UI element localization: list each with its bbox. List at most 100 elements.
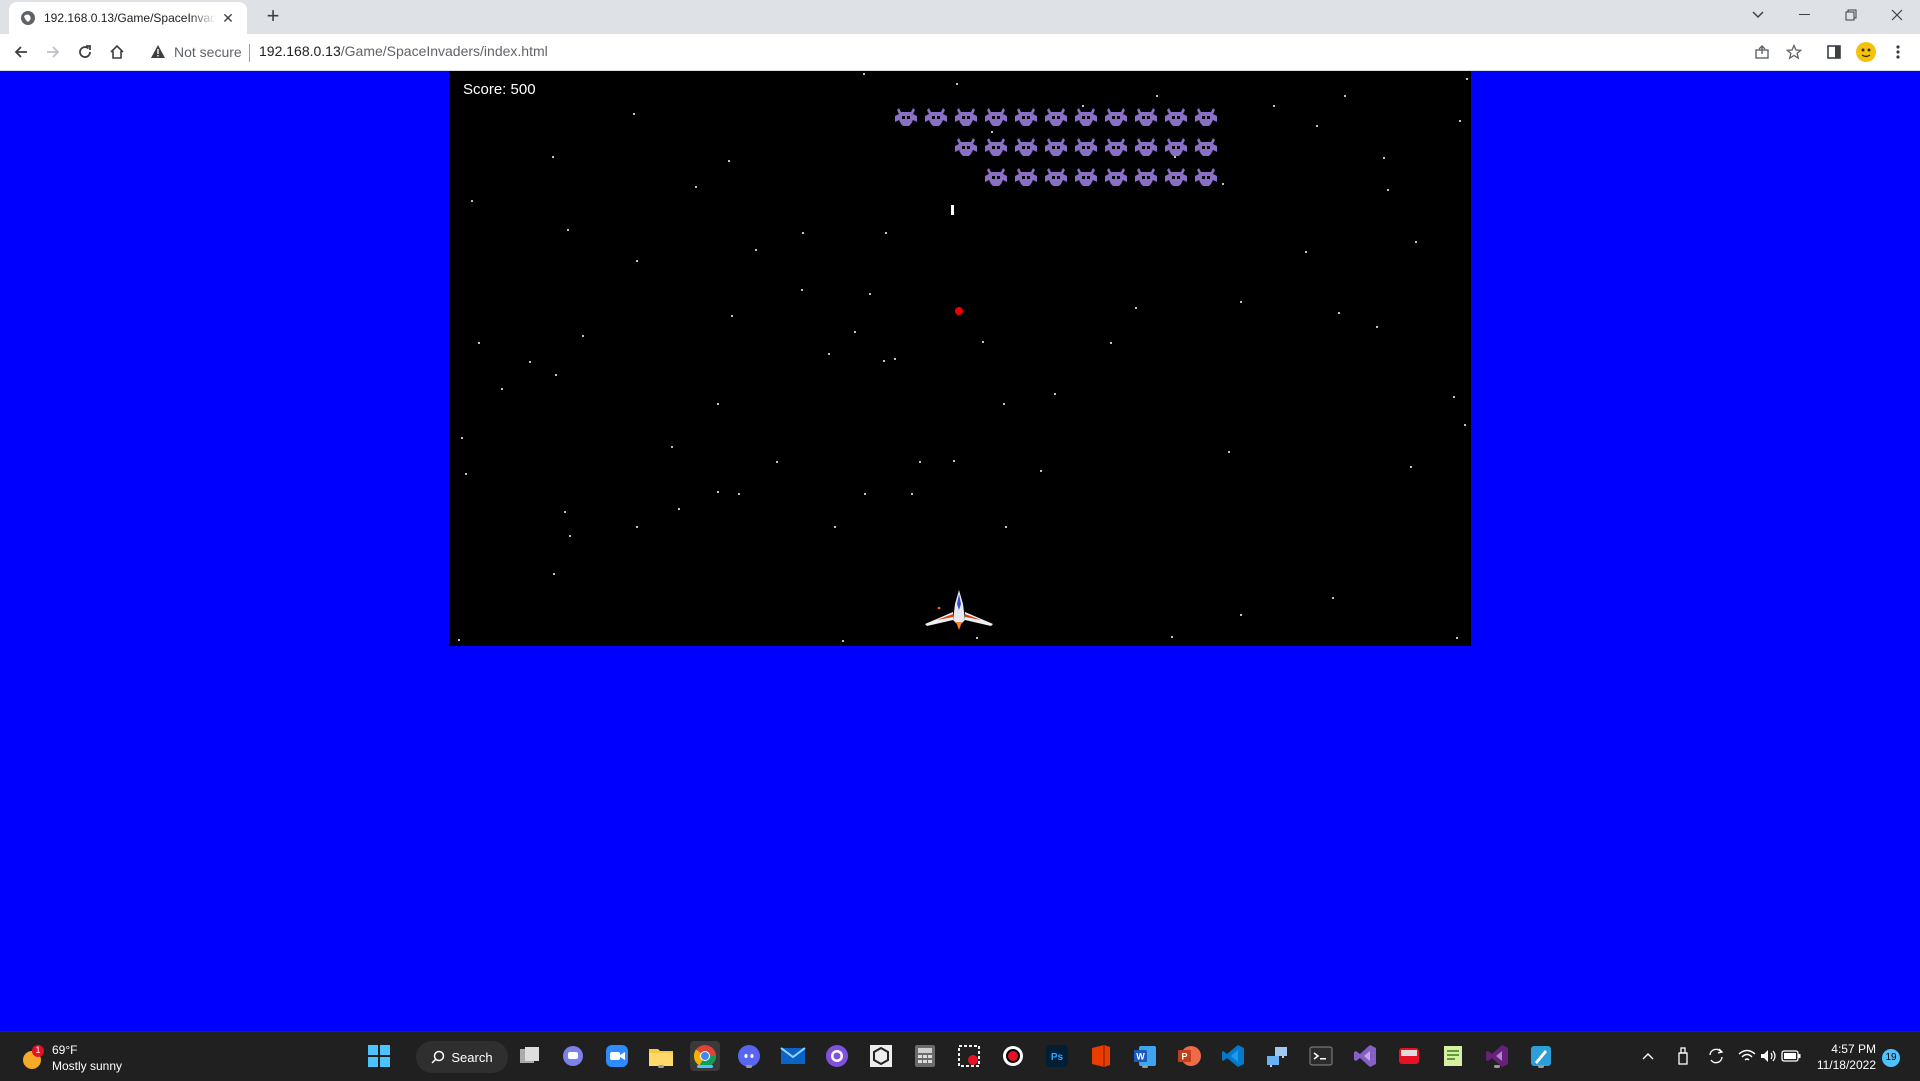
visual-studio-icon[interactable] xyxy=(1350,1041,1380,1071)
battery-icon[interactable] xyxy=(1780,1041,1802,1071)
terminal-icon[interactable] xyxy=(1306,1041,1336,1071)
discord-icon[interactable] xyxy=(734,1041,764,1071)
star xyxy=(1273,105,1275,107)
taskbar-clock[interactable]: 4:57 PM 11/18/2022 xyxy=(1810,1041,1876,1073)
star xyxy=(1054,393,1056,395)
enemy-bullet xyxy=(955,307,963,315)
minimize-button[interactable] xyxy=(1782,0,1828,30)
screen-recorder-icon[interactable] xyxy=(998,1041,1028,1071)
volume-icon[interactable] xyxy=(1758,1041,1780,1071)
restore-button[interactable] xyxy=(1828,0,1874,30)
new-tab-button[interactable]: + xyxy=(262,5,284,28)
tray-overflow-chevron-icon[interactable] xyxy=(1637,1041,1659,1071)
star xyxy=(552,156,554,158)
tab-search-chevron-icon[interactable] xyxy=(1735,0,1781,30)
running-indicator xyxy=(1142,1065,1148,1068)
calculator-icon[interactable] xyxy=(910,1041,940,1071)
page-background: Score: 500 xyxy=(0,71,1920,1031)
svg-text:P: P xyxy=(1181,1052,1187,1062)
star xyxy=(1305,251,1307,253)
alien-invader-icon xyxy=(1015,138,1037,156)
star xyxy=(801,289,803,291)
wifi-icon[interactable] xyxy=(1736,1041,1758,1071)
browser-tab[interactable]: 192.168.0.13/Game/SpaceInvaders/index.ht… xyxy=(9,2,247,34)
sync-icon[interactable] xyxy=(1704,1041,1728,1071)
close-tab-icon[interactable]: ✕ xyxy=(221,11,235,25)
word-icon[interactable]: W xyxy=(1130,1041,1160,1071)
star xyxy=(731,315,733,317)
weather-temperature: 69°F xyxy=(52,1043,78,1057)
alien-invader-icon xyxy=(985,138,1007,156)
star xyxy=(894,358,896,360)
star xyxy=(911,493,913,495)
taskbar-search-button[interactable]: Search xyxy=(416,1041,508,1073)
vscode-icon[interactable] xyxy=(1218,1041,1248,1071)
address-bar[interactable]: 192.168.0.13/Game/SpaceInvaders/index.ht… xyxy=(259,43,548,59)
alien-invader-icon xyxy=(1075,168,1097,186)
home-icon[interactable] xyxy=(105,40,129,64)
star xyxy=(1459,120,1461,122)
chrome-icon[interactable] xyxy=(690,1041,720,1071)
forward-arrow-icon[interactable] xyxy=(41,40,65,64)
task-view-icon[interactable] xyxy=(515,1041,545,1071)
star xyxy=(695,186,697,188)
player-spaceship-icon xyxy=(925,590,993,630)
browser-tab-strip: 192.168.0.13/Game/SpaceInvaders/index.ht… xyxy=(0,0,1920,34)
snipping-tool-icon[interactable] xyxy=(954,1041,984,1071)
disk-utility-icon[interactable] xyxy=(1394,1041,1424,1071)
star xyxy=(834,526,836,528)
profile-avatar-icon[interactable] xyxy=(1854,40,1878,64)
alien-invader-icon xyxy=(1105,108,1127,126)
network-remote-icon[interactable] xyxy=(1262,1041,1292,1071)
star xyxy=(636,526,638,528)
alien-invader-icon xyxy=(1045,138,1067,156)
zoom-icon[interactable] xyxy=(602,1041,632,1071)
side-panel-icon[interactable] xyxy=(1822,40,1846,64)
game-canvas[interactable]: Score: 500 xyxy=(449,71,1471,646)
star xyxy=(478,342,480,344)
back-arrow-icon[interactable] xyxy=(9,40,33,64)
menu-kebab-icon[interactable] xyxy=(1886,40,1910,64)
bookmark-star-icon[interactable] xyxy=(1782,40,1806,64)
star xyxy=(1135,307,1137,309)
close-window-button[interactable] xyxy=(1874,0,1920,30)
mail-icon[interactable] xyxy=(778,1041,808,1071)
photoshop-icon[interactable]: Ps xyxy=(1042,1041,1072,1071)
powerpoint-icon[interactable]: P xyxy=(1174,1041,1204,1071)
site-info-button[interactable]: Not secure xyxy=(150,42,242,62)
visual-studio-2-icon[interactable] xyxy=(1482,1041,1512,1071)
star xyxy=(1332,597,1334,599)
share-icon[interactable] xyxy=(1750,40,1774,64)
star xyxy=(863,73,865,75)
star xyxy=(1222,183,1224,185)
star xyxy=(671,446,673,448)
search-label: Search xyxy=(451,1049,493,1065)
notification-badge[interactable]: 19 xyxy=(1882,1049,1900,1067)
star xyxy=(1156,95,1158,97)
alien-invader-icon xyxy=(985,108,1007,126)
globe-icon xyxy=(20,10,36,26)
star xyxy=(1415,241,1417,243)
paint-icon[interactable] xyxy=(1526,1041,1556,1071)
star xyxy=(854,331,856,333)
weather-widget[interactable]: 1 69°F Mostly sunny xyxy=(18,1042,122,1074)
star xyxy=(1110,342,1112,344)
windows-start-icon[interactable] xyxy=(364,1041,394,1071)
active-indicator xyxy=(697,1065,713,1068)
teams-chat-icon[interactable] xyxy=(558,1041,588,1071)
office-icon[interactable] xyxy=(1086,1041,1116,1071)
notepad-plus-icon[interactable] xyxy=(1438,1041,1468,1071)
github-desktop-icon[interactable] xyxy=(822,1041,852,1071)
star xyxy=(828,353,830,355)
star xyxy=(555,374,557,376)
running-indicator xyxy=(746,1065,752,1068)
reload-icon[interactable] xyxy=(73,40,97,64)
star xyxy=(1344,95,1346,97)
star xyxy=(956,83,958,85)
file-explorer-icon[interactable] xyxy=(646,1041,676,1071)
star xyxy=(1005,526,1007,528)
alien-invader-icon xyxy=(1045,168,1067,186)
alien-invader-icon xyxy=(1135,108,1157,126)
unity-icon[interactable] xyxy=(866,1041,896,1071)
usb-device-icon[interactable] xyxy=(1672,1041,1694,1071)
